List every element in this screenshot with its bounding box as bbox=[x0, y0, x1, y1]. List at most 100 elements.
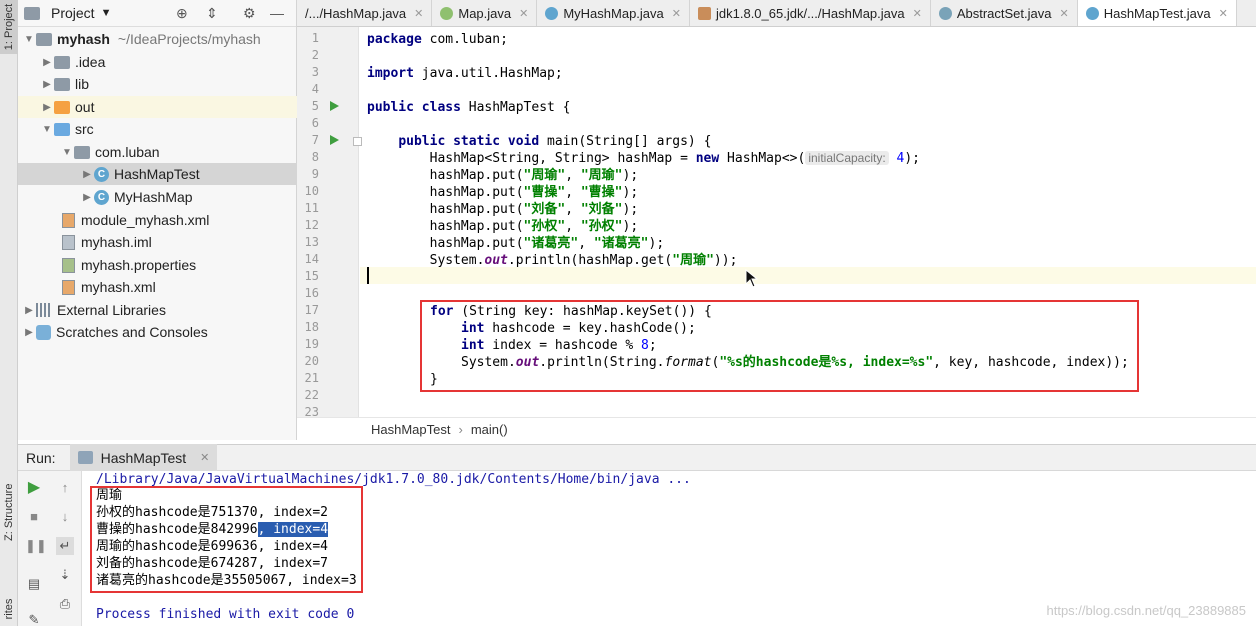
expand-icon[interactable]: ▶ bbox=[80, 192, 94, 203]
run-main-icon[interactable] bbox=[330, 135, 339, 145]
tree-item-xml[interactable]: myhash.xml bbox=[18, 276, 297, 298]
tab-label: HashMapTest.java bbox=[1103, 6, 1211, 21]
code-text: ); bbox=[904, 151, 920, 166]
structure-tool-tab[interactable]: Z: Structure bbox=[0, 484, 18, 541]
tree-item-scratches[interactable]: ▶ Scratches and Consoles bbox=[18, 321, 297, 343]
tree-item-myhashmap[interactable]: ▶ C MyHashMap bbox=[18, 186, 297, 208]
expand-icon[interactable]: ▼ bbox=[22, 34, 36, 45]
tree-item-lib[interactable]: ▶ lib bbox=[18, 73, 297, 95]
line-number: 15 bbox=[304, 269, 319, 283]
line-number: 23 bbox=[304, 405, 319, 417]
code-text: HashMap<String, String> hashMap = bbox=[367, 151, 696, 166]
code-text: HashMap<>( bbox=[719, 151, 806, 166]
tool-window-stripe: 1: Project Z: Structure rites bbox=[0, 0, 18, 626]
scroll-to-end-icon[interactable]: ⇣ bbox=[56, 566, 74, 584]
abstract-class-icon bbox=[938, 7, 952, 20]
tab-label: jdk1.8.0_65.jdk/.../HashMap.java bbox=[716, 6, 905, 21]
tree-item-label: myhash.properties bbox=[81, 257, 197, 273]
close-icon[interactable]: ✕ bbox=[414, 7, 423, 20]
tree-item-package[interactable]: ▼ com.luban bbox=[18, 141, 297, 163]
favorites-tool-tab[interactable]: rites bbox=[0, 582, 18, 626]
code-text: , bbox=[565, 168, 581, 183]
tab-jdk-hashmap-java[interactable]: jdk1.8.0_65.jdk/.../HashMap.java ✕ bbox=[690, 0, 931, 26]
run-class-icon[interactable] bbox=[330, 101, 339, 111]
breadcrumb-method[interactable]: main() bbox=[471, 422, 508, 437]
chevron-down-icon[interactable]: ▼ bbox=[101, 7, 112, 19]
soft-wrap-icon[interactable]: ↵ bbox=[56, 537, 74, 555]
scroll-up-icon[interactable]: ↑ bbox=[56, 479, 74, 497]
expand-icon[interactable]: ▶ bbox=[22, 305, 36, 316]
close-icon[interactable]: ✕ bbox=[913, 7, 922, 20]
expand-icon[interactable]: ▶ bbox=[40, 102, 54, 113]
stop-icon[interactable]: ■ bbox=[25, 508, 43, 526]
tree-item-label: HashMapTest bbox=[114, 166, 200, 182]
current-line-highlight bbox=[360, 267, 1256, 284]
text-caret bbox=[367, 267, 369, 284]
run-tab-hashmaptest[interactable]: HashMapTest ✕ bbox=[69, 444, 218, 471]
tree-item-hashmaptest[interactable]: ▶ C HashMapTest bbox=[18, 163, 297, 185]
scroll-down-icon[interactable]: ↓ bbox=[56, 508, 74, 526]
close-icon[interactable]: ✕ bbox=[1219, 7, 1228, 20]
hide-icon[interactable]: — bbox=[270, 5, 284, 21]
tree-item-idea[interactable]: ▶ .idea bbox=[18, 51, 297, 73]
interface-icon bbox=[440, 7, 454, 20]
fold-icon[interactable] bbox=[353, 137, 362, 146]
tab-myhashmap-java[interactable]: MyHashMap.java ✕ bbox=[537, 0, 690, 26]
expand-icon[interactable]: ▶ bbox=[22, 327, 36, 338]
code-string: "孙权" bbox=[580, 219, 623, 234]
tree-item-src[interactable]: ▼ src bbox=[18, 118, 297, 140]
tab-map-java[interactable]: Map.java ✕ bbox=[432, 0, 538, 26]
code-line-5: public class HashMapTest { bbox=[367, 99, 1247, 116]
tree-item-out[interactable]: ▶ out bbox=[18, 96, 297, 118]
tree-item-module-xml[interactable]: module_myhash.xml bbox=[18, 209, 297, 231]
expand-icon[interactable]: ▶ bbox=[40, 79, 54, 90]
collapse-icon[interactable]: ⇕ bbox=[206, 5, 218, 22]
code-editor[interactable]: 1 2 3 4 5 6 7 8 9 10 11 12 13 14 15 16 1… bbox=[297, 27, 1256, 417]
xml-file-icon bbox=[62, 212, 75, 228]
expand-icon[interactable]: ▶ bbox=[80, 169, 94, 180]
close-icon[interactable]: ✕ bbox=[200, 451, 209, 464]
tree-item-properties[interactable]: myhash.properties bbox=[18, 254, 297, 276]
print-icon[interactable]: ⎙ bbox=[56, 595, 74, 613]
locate-icon[interactable]: ⊕ bbox=[176, 5, 188, 22]
tree-item-myhash[interactable]: ▼ myhash ~/IdeaProjects/myhash bbox=[18, 28, 297, 50]
tab-abstractset-java[interactable]: AbstractSet.java ✕ bbox=[931, 0, 1078, 26]
rerun-icon[interactable]: ▶ bbox=[25, 479, 43, 497]
tab-label: Map.java bbox=[458, 6, 512, 21]
code-keyword: new bbox=[695, 151, 720, 166]
tree-item-label: myhash.xml bbox=[81, 279, 156, 295]
line-number: 7 bbox=[311, 133, 319, 147]
layout-icon[interactable]: ▤ bbox=[25, 575, 43, 593]
line-number: 17 bbox=[304, 303, 319, 317]
folder-icon bbox=[36, 32, 52, 46]
tab-hashmap-java[interactable]: /.../HashMap.java ✕ bbox=[297, 0, 433, 26]
tree-item-path: ~/IdeaProjects/myhash bbox=[117, 31, 261, 47]
close-icon[interactable]: ✕ bbox=[1059, 7, 1068, 20]
project-title[interactable]: Project bbox=[51, 5, 95, 21]
folder-icon bbox=[54, 100, 70, 114]
code-text: .println(hashMap.get( bbox=[507, 253, 673, 268]
expand-icon[interactable]: ▶ bbox=[40, 57, 54, 68]
package-icon bbox=[74, 145, 90, 159]
code-text: ); bbox=[622, 185, 639, 200]
expand-icon[interactable]: ▼ bbox=[40, 124, 54, 135]
line-number: 8 bbox=[311, 150, 319, 164]
tree-item-external-libraries[interactable]: ▶ External Libraries bbox=[18, 299, 297, 321]
close-icon[interactable]: ✕ bbox=[672, 7, 681, 20]
breadcrumb-class[interactable]: HashMapTest bbox=[371, 422, 450, 437]
class-icon: C bbox=[94, 166, 109, 182]
project-tool-tab[interactable]: 1: Project bbox=[0, 0, 18, 54]
code-string: "周瑜" bbox=[580, 168, 623, 183]
gear-icon[interactable]: ⚙ bbox=[243, 5, 256, 22]
close-icon[interactable]: ✕ bbox=[519, 7, 528, 20]
tree-item-iml[interactable]: myhash.iml bbox=[18, 231, 297, 253]
pause-icon[interactable]: ❚❚ bbox=[25, 537, 47, 555]
line-number: 11 bbox=[304, 201, 319, 215]
folder-icon bbox=[54, 122, 70, 136]
tab-hashmaptest-java[interactable]: HashMapTest.java ✕ bbox=[1077, 0, 1237, 26]
pin-icon[interactable]: ✎ bbox=[25, 611, 43, 626]
expand-icon[interactable]: ▼ bbox=[60, 147, 74, 158]
class-icon bbox=[1085, 7, 1099, 20]
line-number: 6 bbox=[311, 116, 319, 130]
line-number: 19 bbox=[304, 337, 319, 351]
